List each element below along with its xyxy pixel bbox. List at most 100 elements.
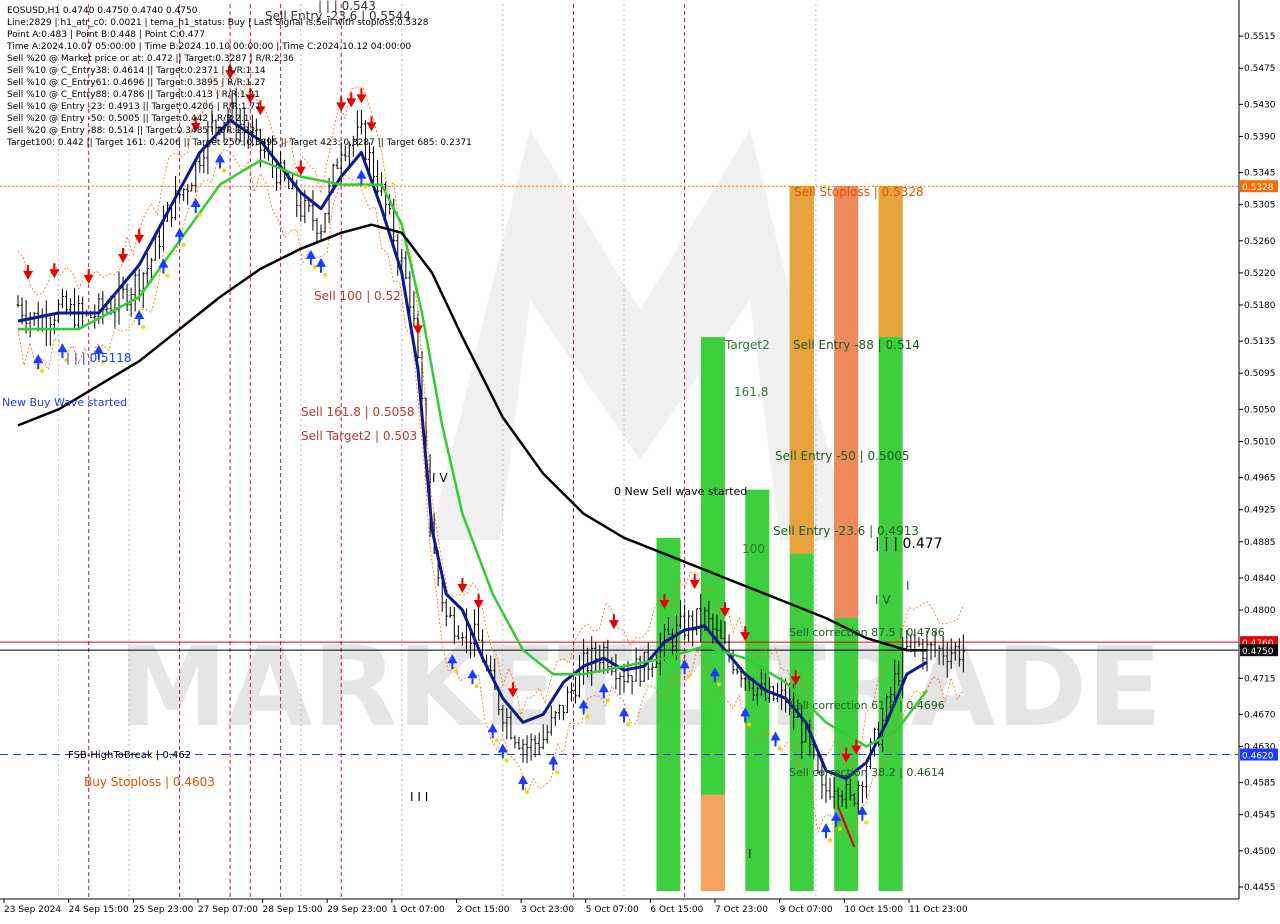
header-line: Sell %20 @ Entry -50: 0.5005 || Target:0… xyxy=(7,114,250,124)
buy-marker-dot xyxy=(838,826,843,831)
price-tick-label: 0.5050 xyxy=(1244,405,1276,415)
price-badge-label: 0.4620 xyxy=(1242,752,1274,762)
price-tick-label: 0.5180 xyxy=(1244,301,1276,311)
annotation-label: | | | 0.477 xyxy=(875,536,943,552)
header-line: Sell %20 @ Market price or at: 0.472 || … xyxy=(7,54,294,64)
price-tick-label: 0.5010 xyxy=(1244,437,1276,447)
header-line: EOSUSD,H1 0.4740 0.4750 0.4740 0.4750 xyxy=(7,6,198,16)
chart-canvas[interactable]: MARKETZ TRADE Sell Entry -23.6 | 0.5544|… xyxy=(0,0,1280,920)
annotation-label: Sell correction 61.8 | 0.4696 xyxy=(789,699,945,712)
buy-marker-dot xyxy=(525,790,529,795)
time-tick-label: 5 Oct 07:00 xyxy=(586,905,639,915)
annotation-label: I V xyxy=(432,471,448,485)
zone-bar-segment xyxy=(834,186,859,619)
buy-marker-dot xyxy=(363,184,368,189)
zone-bar xyxy=(656,537,681,891)
annotation-label: Sell Stoploss | 0.5328 xyxy=(794,185,924,199)
time-tick-label: 7 Oct 23:00 xyxy=(715,905,768,915)
annotation-label: 161.8 xyxy=(734,385,768,399)
buy-marker-dot xyxy=(777,746,782,751)
annotation-label: New Buy Wave started xyxy=(2,396,127,409)
time-tick-label: 10 Oct 15:00 xyxy=(844,905,903,915)
price-tick-label: 0.5305 xyxy=(1244,201,1276,211)
price-tick-label: 0.4500 xyxy=(1244,847,1276,857)
annotation-label: I V xyxy=(875,593,891,607)
header-line: Point A:0.483 | Point B:0.448 | Point C:… xyxy=(7,30,205,40)
annotation-label: 0 New Sell wave started xyxy=(614,485,747,498)
annotation-label: 100 xyxy=(742,542,765,556)
annotation-label: | | | 0.5118 xyxy=(66,351,132,365)
time-tick-label: 1 Oct 07:00 xyxy=(392,905,445,915)
price-tick-label: 0.4455 xyxy=(1244,883,1276,893)
time-tick-label: 25 Sep 23:00 xyxy=(133,905,193,915)
annotation-label: Sell 161.8 | 0.5058 xyxy=(301,405,415,419)
buy-marker-dot xyxy=(141,325,146,330)
zone-bar-segment xyxy=(878,186,903,338)
price-tick-label: 0.4885 xyxy=(1244,538,1276,548)
annotation-label: Sell Entry -88 | 0.514 xyxy=(793,338,920,352)
time-tick-label: 29 Sep 23:00 xyxy=(327,905,387,915)
price-tick-label: 0.4800 xyxy=(1244,606,1276,616)
buy-marker-dot xyxy=(686,674,691,679)
price-tick-label: 0.4670 xyxy=(1244,710,1276,720)
price-tick-label: 0.4585 xyxy=(1244,779,1276,789)
time-tick-label: 3 Oct 23:00 xyxy=(521,905,574,915)
price-tick-label: 0.5135 xyxy=(1244,337,1276,347)
header-line: Sell %20 @ Entry -88: 0.514 || Target:0.… xyxy=(7,126,255,136)
time-tick-label: 24 Sep 15:00 xyxy=(69,905,129,915)
annotation-label: Sell 100 | 0.52 xyxy=(314,289,401,303)
buy-marker-dot xyxy=(197,213,202,218)
price-badge-label: 0.4750 xyxy=(1242,647,1274,657)
buy-marker-dot xyxy=(454,669,459,674)
annotation-label: Sell Entry -50 | 0.5005 xyxy=(775,449,909,463)
price-tick-label: 0.4925 xyxy=(1244,506,1276,516)
buy-marker-dot xyxy=(585,714,590,719)
price-tick-label: 0.5515 xyxy=(1244,32,1276,42)
buy-marker-dot xyxy=(222,168,226,173)
time-tick-label: 11 Oct 23:00 xyxy=(909,905,968,915)
header-line: Line:2829 | h1_atr_c0: 0.0021 | tema_h1_… xyxy=(7,18,429,28)
time-tick-label: 23 Sep 2024 xyxy=(4,905,61,915)
price-tick-label: 0.5220 xyxy=(1244,269,1276,279)
price-badge-label: 0.5328 xyxy=(1242,183,1274,193)
header-line: Time A:2024.10.07 05:00:00 | Time B:2024… xyxy=(6,42,411,52)
buy-marker-dot xyxy=(626,722,630,727)
buy-marker-dot xyxy=(716,682,721,687)
price-tick-label: 0.5475 xyxy=(1244,64,1276,74)
annotation-label: Buy Stoploss | 0.4603 xyxy=(84,775,215,789)
buy-marker-dot xyxy=(828,838,832,843)
time-tick-label: 27 Sep 07:00 xyxy=(198,905,258,915)
annotation-label: FSB-HighToBreak | 0.462 xyxy=(68,750,191,761)
buy-marker-dot xyxy=(747,722,752,727)
header-line: Target100: 0.442 || Target 161: 0.4206 |… xyxy=(6,138,472,148)
chart-window[interactable]: MARKETZ TRADE Sell Entry -23.6 | 0.5544 |… xyxy=(0,0,1280,920)
price-tick-label: 0.5260 xyxy=(1244,237,1276,247)
header-line: Sell %10 @ Entry -23: 0.4913 || Target:0… xyxy=(7,102,261,112)
price-tick-label: 0.5345 xyxy=(1244,169,1276,179)
annotation-label: Sell Target2 | 0.503 xyxy=(301,429,417,443)
annotation-label: I I I xyxy=(410,790,428,804)
price-tick-label: 0.5390 xyxy=(1244,132,1276,142)
annotation-label: I xyxy=(748,847,752,861)
buy-marker-dot xyxy=(323,272,327,277)
buy-marker-dot xyxy=(504,758,509,763)
buy-marker-dot xyxy=(165,273,170,278)
price-tick-label: 0.4545 xyxy=(1244,811,1276,821)
buy-marker-dot xyxy=(864,820,869,825)
buy-marker-dot xyxy=(494,738,499,743)
header-line: Sell %10 @ C_Entry61: 0.4696 || Target:0… xyxy=(7,78,266,88)
price-axis[interactable]: 0.5515 0.5475 0.5430 0.5390 0.5345 0.5305 0.52… xyxy=(1238,0,1280,920)
price-tick-label: 0.4840 xyxy=(1244,574,1276,584)
header-line: Sell %10 @ C_Entry38: 0.4614 || Target:0… xyxy=(7,66,266,76)
annotation-label: I xyxy=(906,579,910,593)
buy-marker-dot xyxy=(40,369,45,374)
buy-marker-dot xyxy=(181,242,186,247)
time-tick-label: 6 Oct 15:00 xyxy=(650,905,703,915)
buy-marker-dot xyxy=(605,698,610,703)
price-tick-label: 0.4965 xyxy=(1244,474,1276,484)
price-tick-label: 0.5430 xyxy=(1244,100,1276,110)
price-tick-label: 0.5095 xyxy=(1244,369,1276,379)
price-tick-label: 0.4715 xyxy=(1244,674,1276,684)
time-tick-label: 28 Sep 15:00 xyxy=(263,905,323,915)
buy-marker-dot xyxy=(474,684,479,689)
